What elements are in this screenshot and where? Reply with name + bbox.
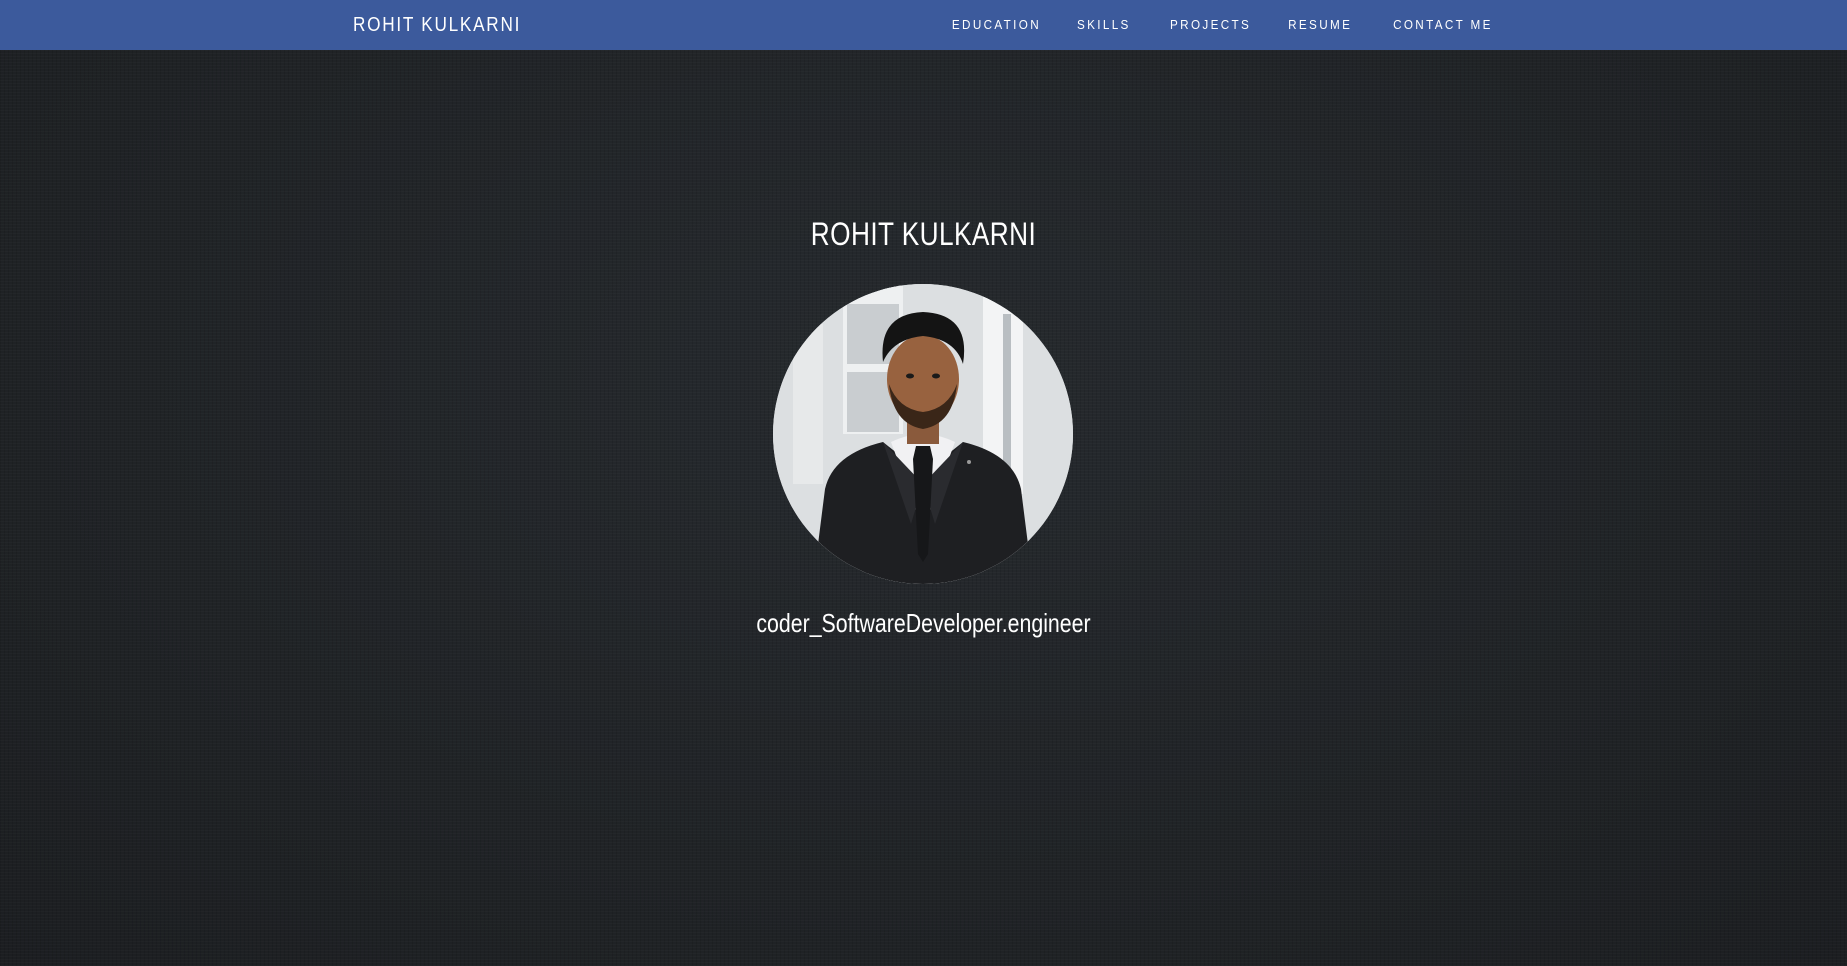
nav-item-resume: RESUME	[1281, 16, 1352, 34]
nav-link-education[interactable]: EDUCATION	[952, 17, 1041, 32]
nav-link-projects[interactable]: PROJECTS	[1170, 17, 1251, 32]
nav-link-skills[interactable]: SKILLS	[1077, 17, 1131, 32]
nav-menu: EDUCATION SKILLS PROJECTS RESUME CONTACT…	[912, 0, 1493, 50]
profile-avatar	[773, 284, 1073, 584]
nav-item-education: EDUCATION	[942, 16, 1041, 34]
nav-link-resume[interactable]: RESUME	[1288, 17, 1352, 32]
hero-tagline: coder_SoftwareDeveloper.engineer	[756, 608, 1091, 638]
nav-link-contact-me[interactable]: CONTACT ME	[1393, 17, 1493, 32]
profile-photo-icon	[773, 284, 1073, 584]
nav-item-skills: SKILLS	[1071, 16, 1131, 34]
hero-section: ROHIT KULKARNI coder_SoftwareDeveloper.e…	[0, 50, 1847, 966]
nav-item-contact: CONTACT ME	[1382, 16, 1493, 34]
nav-item-projects: PROJECTS	[1161, 16, 1251, 34]
top-navbar: ROHIT KULKARNI EDUCATION SKILLS PROJECTS…	[0, 0, 1847, 50]
brand-link[interactable]: ROHIT KULKARNI	[353, 0, 521, 50]
hero-name-heading: ROHIT KULKARNI	[810, 216, 1037, 252]
